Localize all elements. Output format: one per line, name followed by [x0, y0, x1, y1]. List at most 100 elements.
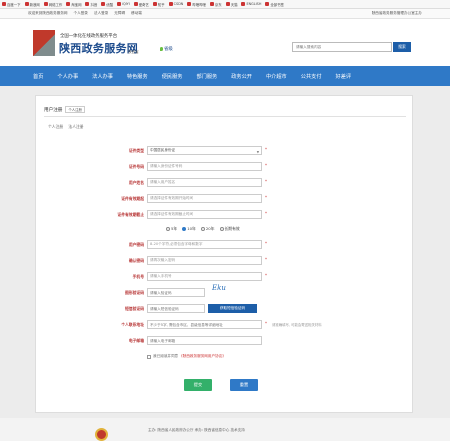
text-input[interactable]: 8-20个字符,必须包含字母和数字: [147, 240, 262, 249]
get-sms-code-button[interactable]: 获取短信验证码: [208, 304, 257, 313]
text-input[interactable]: 请输入用户姓名: [147, 178, 262, 187]
nav-item[interactable]: 好差评: [336, 73, 352, 80]
search-button[interactable]: 搜索: [393, 42, 411, 52]
required-mark: *: [265, 195, 267, 200]
tab-legal[interactable]: 法人注册: [68, 124, 83, 129]
site-logo[interactable]: [33, 30, 55, 56]
national-emblem-icon: [95, 428, 108, 441]
nav-item[interactable]: 公共支付: [301, 73, 322, 80]
email-label: 电子邮箱: [128, 338, 144, 343]
bookmark-label: 淘宝网: [71, 2, 82, 7]
site-title[interactable]: 陕西政务服务网: [59, 40, 138, 56]
address-row: 个人联系地址 * 请准确填写, 可能会寄送相关材料: [36, 320, 414, 329]
bookmark-label: 爱奇艺: [138, 2, 149, 7]
agreement-row: 我已阅读并同意 《陕西政务服务网用户协议》: [36, 354, 414, 363]
text-input[interactable]: 请再次输入密码: [147, 256, 262, 265]
field-value: 请输入用户姓名: [150, 180, 176, 184]
legal-login-link[interactable]: 法人登录: [94, 11, 108, 16]
captcha-label: 图形验证码: [125, 290, 144, 295]
register-type-tabs: 个人注册 法人注册: [48, 124, 88, 130]
nav-item[interactable]: 法人办事: [92, 73, 113, 80]
personal-login-link[interactable]: 个人登录: [74, 11, 88, 16]
required-mark: *: [265, 321, 267, 326]
text-input[interactable]: 请输入手机号: [147, 272, 262, 281]
panel-header: 用户注册 个人注册: [44, 106, 85, 113]
nav-item[interactable]: 中介超市: [266, 73, 287, 80]
submit-button[interactable]: 提交: [184, 379, 212, 391]
mobile-link[interactable]: 移动端: [131, 11, 142, 16]
tab-personal[interactable]: 个人注册: [48, 124, 63, 129]
bookmark-icon: [241, 2, 246, 6]
agree-checkbox[interactable]: [147, 354, 151, 359]
bookmark-item[interactable]: 新浪网: [24, 2, 40, 7]
bookmarks-bar: 百度一下 新浪网 网络工作 淘宝网 抖音 优酷 iQIYI 爱奇艺 知乎 CSDN 哔哩哔哩 京东 天猫…: [0, 0, 450, 9]
address-input[interactable]: [147, 320, 262, 329]
field-label: 用户姓名: [128, 180, 144, 185]
nav-item[interactable]: 部门服务: [196, 73, 217, 80]
required-mark: *: [265, 273, 267, 278]
host-text: 陕西省政务服务管理办公室主办: [371, 11, 422, 15]
form-row: 手机号 请输入手机号 *: [36, 272, 414, 281]
bookmark-label: 网络工作: [48, 2, 63, 7]
location-label: 省级: [164, 47, 173, 52]
reset-button[interactable]: 重置: [230, 379, 258, 391]
text-input[interactable]: 请选择证件有效期截止时间: [147, 210, 262, 219]
bookmark-item[interactable]: 哔哩哔哩: [187, 2, 206, 7]
bookmark-icon: [24, 2, 29, 6]
bookmark-item[interactable]: 网络工作: [43, 2, 63, 7]
accessibility-link[interactable]: 无障碍: [114, 11, 125, 16]
bookmark-item[interactable]: 京东: [209, 2, 222, 7]
captcha-image[interactable]: Eku: [212, 284, 232, 296]
site-header: 全国一体化在线政务服务平台 陕西政务服务网 陕西省 省级 搜索: [0, 19, 450, 66]
agreement-link[interactable]: 《陕西政务服务网用户协议》: [179, 354, 226, 359]
radio-label: 长期有效: [224, 226, 240, 231]
nav-item[interactable]: 首页: [33, 73, 43, 80]
field-value: 中国居民身份证: [150, 148, 176, 152]
form-row: 证件有效期截止 请选择证件有效期截止时间 *: [36, 210, 414, 219]
logo-region: 陕西省: [128, 50, 139, 54]
validity-radio[interactable]: 长期有效: [219, 226, 240, 232]
id-type-select[interactable]: 中国居民身份证 ▼: [147, 146, 262, 155]
bookmark-item[interactable]: ENGLISH: [241, 2, 261, 6]
location-switcher[interactable]: 省级: [160, 46, 173, 52]
validity-radio[interactable]: 10年: [182, 226, 196, 232]
validity-row: 5年 10年 20年 长期有效: [36, 225, 414, 234]
validity-radio[interactable]: 5年: [166, 226, 177, 232]
divider: [44, 116, 406, 117]
bookmark-item[interactable]: 知乎: [152, 2, 165, 7]
captcha-input[interactable]: [147, 288, 205, 297]
nav-item[interactable]: 个人办事: [57, 73, 78, 80]
bookmark-item[interactable]: iQIYI: [117, 2, 130, 6]
bookmark-icon: [187, 2, 192, 6]
email-input[interactable]: [147, 336, 262, 345]
sms-code-input[interactable]: [147, 304, 205, 313]
nav-item[interactable]: 政务公开: [231, 73, 252, 80]
required-mark: *: [265, 163, 267, 168]
bookmark-item[interactable]: 百度一下: [2, 2, 21, 7]
bookmark-item[interactable]: 天猫: [225, 2, 237, 7]
nav-item[interactable]: 特色服务: [127, 73, 148, 80]
radio-label: 5年: [171, 226, 178, 231]
field-label: 确认密码: [128, 258, 144, 263]
bookmark-item[interactable]: 全部书签: [265, 2, 284, 7]
required-mark: *: [265, 211, 267, 216]
validity-radio[interactable]: 20年: [200, 226, 215, 232]
bookmark-item[interactable]: 淘宝网: [66, 2, 81, 7]
bookmark-label: 新浪网: [29, 2, 40, 7]
address-hint: 请准确填写, 可能会寄送相关材料: [272, 323, 322, 327]
bookmark-item[interactable]: CSDN: [168, 2, 183, 6]
radio-icon: [200, 227, 205, 231]
address-label: 个人联系地址: [121, 322, 144, 327]
bookmark-item[interactable]: 优酷: [101, 2, 113, 7]
search-input[interactable]: [292, 42, 392, 52]
nav-item[interactable]: 便民服务: [162, 73, 183, 80]
bookmark-icon: [152, 2, 157, 6]
bookmark-icon: [66, 2, 71, 6]
bookmark-item[interactable]: 抖音: [85, 2, 97, 7]
text-input[interactable]: 请选择证件有效期开始时间: [147, 194, 262, 203]
panel-title: 用户注册: [44, 107, 63, 113]
bookmark-item[interactable]: 爱奇艺: [133, 2, 149, 7]
text-input[interactable]: 请输入身份证件号码: [147, 162, 262, 171]
captcha-row: 图形验证码 Eku: [36, 284, 414, 297]
field-value: 请输入手机号: [150, 274, 172, 278]
